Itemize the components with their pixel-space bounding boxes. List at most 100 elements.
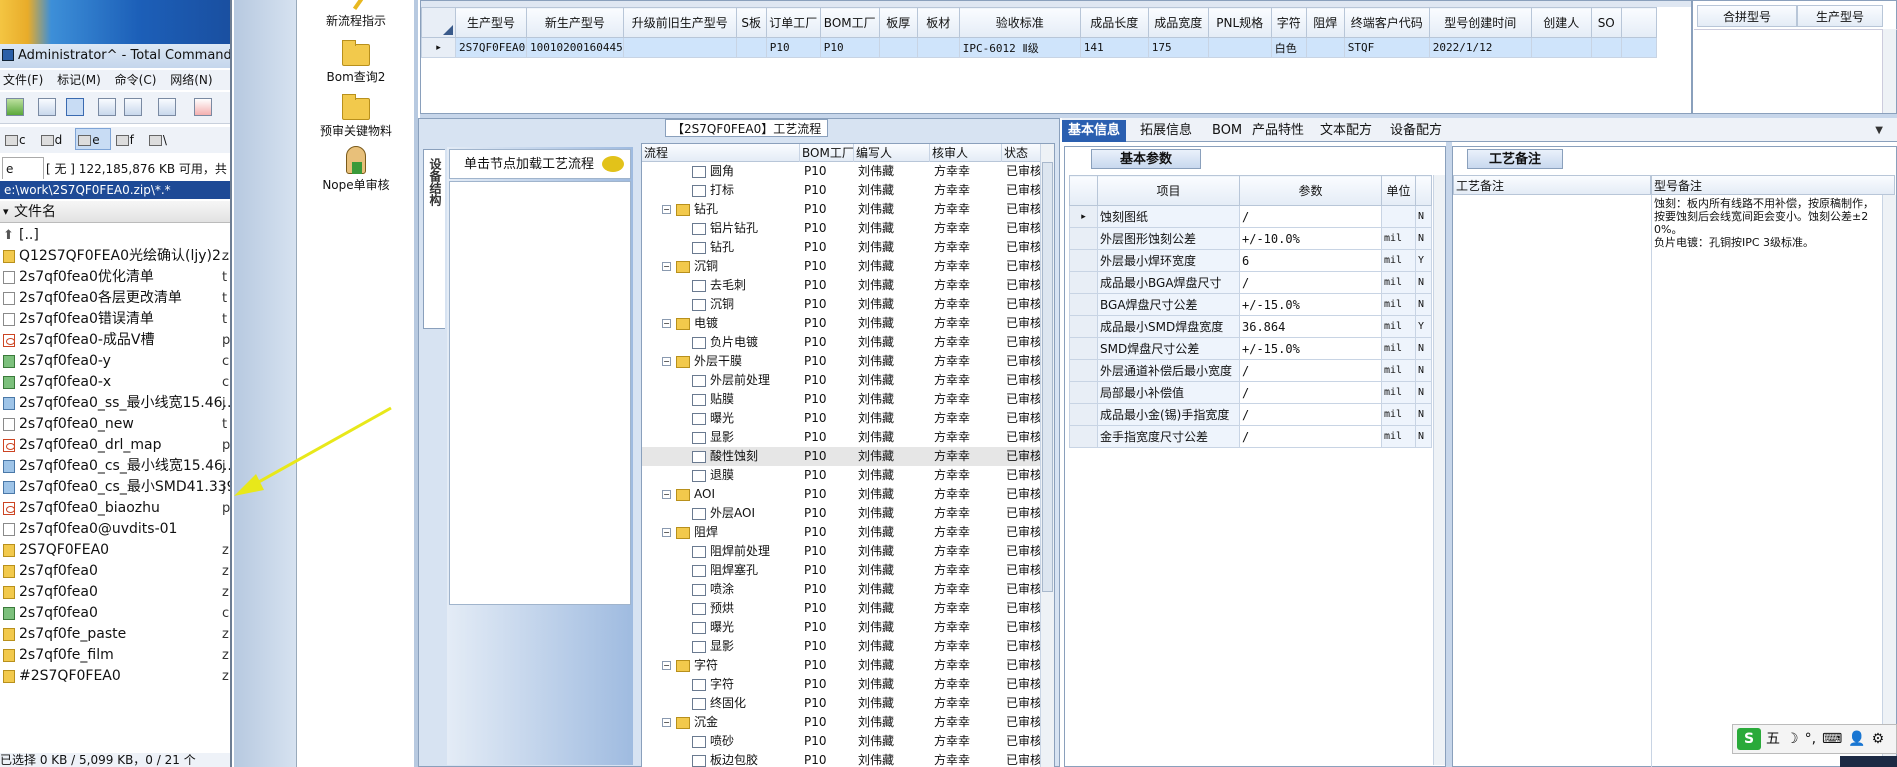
list-item[interactable]: 2s7qf0fea0 c bbox=[0, 603, 230, 624]
table-cell[interactable]: STQF bbox=[1343, 37, 1430, 58]
param-row[interactable]: BGA焊盘尺寸公差 +/-15.0% mil N bbox=[1069, 293, 1432, 316]
tree-row[interactable]: − 字符 P10 刘伟藏 方幸幸 已审核 bbox=[642, 656, 1042, 675]
tab-basic-info[interactable]: 基本信息 bbox=[1062, 120, 1127, 142]
tree-row[interactable]: − AOI P10 刘伟藏 方幸幸 已审核 bbox=[642, 485, 1042, 504]
column-header-name[interactable]: 文件名 bbox=[0, 201, 230, 223]
nav-nope-review[interactable]: Nope单审核 bbox=[297, 146, 415, 193]
col-header[interactable]: 创建人 bbox=[1530, 7, 1592, 38]
window-title-bar[interactable]: Administrator^ - Total Commander ( bbox=[0, 44, 230, 68]
tree-row[interactable]: 显影 P10 刘伟藏 方幸幸 已审核 bbox=[642, 428, 1042, 447]
col-header[interactable]: PNL规格 bbox=[1207, 7, 1272, 38]
col-header[interactable]: 成品宽度 bbox=[1147, 7, 1209, 38]
scroll-thumb[interactable] bbox=[1042, 162, 1053, 592]
list-item[interactable]: 2s7qf0fe_film z bbox=[0, 645, 230, 666]
ime-mode[interactable]: 五 bbox=[1766, 731, 1780, 747]
col-param[interactable]: 参数 bbox=[1239, 175, 1382, 206]
tab-product-features[interactable]: 产品特性 bbox=[1246, 120, 1310, 142]
tree-row[interactable]: 曝光 P10 刘伟藏 方幸幸 已审核 bbox=[642, 618, 1042, 637]
table-cell[interactable]: 175 bbox=[1147, 37, 1209, 58]
merge-col-model[interactable]: 合拼型号 bbox=[1697, 5, 1797, 27]
tree-row[interactable]: 钻孔 P10 刘伟藏 方幸幸 已审核 bbox=[642, 238, 1042, 257]
col-header[interactable]: 升级前旧生产型号 bbox=[622, 7, 737, 38]
expand-toggle-icon[interactable]: − bbox=[662, 661, 671, 670]
tree-row[interactable]: 负片电镀 P10 刘伟藏 方幸幸 已审核 bbox=[642, 333, 1042, 352]
tree-row[interactable]: 圆角 P10 刘伟藏 方幸幸 已审核 bbox=[642, 162, 1042, 181]
list-item[interactable]: 2s7qf0fea0 z bbox=[0, 561, 230, 582]
list-item[interactable]: Q12S7QF0FEA0光绘确认(ljy)2.. z bbox=[0, 246, 230, 267]
punct-icon[interactable]: °, bbox=[1805, 731, 1816, 747]
person-icon[interactable]: 👤 bbox=[1848, 731, 1865, 747]
note-scrollbar[interactable] bbox=[1882, 195, 1896, 767]
param-value[interactable]: / bbox=[1239, 359, 1382, 382]
col-header[interactable]: 成品长度 bbox=[1079, 7, 1149, 38]
list-item[interactable]: 2s7qf0fea0各层更改清单 t bbox=[0, 288, 230, 309]
param-row[interactable]: 局部最小补偿值 / mil N bbox=[1069, 381, 1432, 404]
params-scrollbar[interactable] bbox=[1433, 175, 1445, 765]
merge-scrollbar[interactable] bbox=[1882, 29, 1896, 113]
list-item[interactable]: 2s7qf0fea0-y c bbox=[0, 351, 230, 372]
merge-col-production-model[interactable]: 生产型号 bbox=[1797, 5, 1883, 27]
settings-icon[interactable]: ⚙ bbox=[1872, 731, 1885, 747]
tree-row[interactable]: − 电镀 P10 刘伟藏 方幸幸 已审核 bbox=[642, 314, 1042, 333]
param-value[interactable]: / bbox=[1239, 271, 1382, 294]
drive-d[interactable]: d bbox=[39, 129, 73, 151]
expand-toggle-icon[interactable]: − bbox=[662, 490, 671, 499]
menu-file[interactable]: 文件(F) bbox=[3, 73, 43, 87]
col-bom-factory[interactable]: BOM工厂 bbox=[800, 144, 854, 162]
tree-scrollbar[interactable] bbox=[1040, 144, 1054, 767]
col-item[interactable]: 项目 bbox=[1097, 175, 1240, 206]
tree-row[interactable]: 阻焊前处理 P10 刘伟藏 方幸幸 已审核 bbox=[642, 542, 1042, 561]
params-corner[interactable] bbox=[1069, 175, 1098, 206]
tree-row[interactable]: 喷砂 P10 刘伟藏 方幸幸 已审核 bbox=[642, 732, 1042, 751]
table-cell[interactable]: P10 bbox=[765, 37, 821, 58]
sogou-logo-icon[interactable]: S bbox=[1737, 728, 1761, 750]
list-item[interactable]: 2s7qf0fea0错误清单 t bbox=[0, 309, 230, 330]
flow-canvas[interactable] bbox=[449, 181, 631, 605]
col-writer[interactable]: 编写人 bbox=[854, 144, 930, 162]
param-row[interactable]: 成品最小金(锡)手指宽度 / mil N bbox=[1069, 403, 1432, 426]
table-row[interactable]: ▸ 2S7QF0FEA0 10010200160445 P10 P10 IPC-6012 … bbox=[421, 37, 1657, 58]
list-item[interactable]: 2s7qf0fea0_ss_最小线宽15.46.. j bbox=[0, 393, 230, 414]
param-value[interactable]: / bbox=[1239, 425, 1382, 448]
table-cell[interactable] bbox=[916, 37, 960, 58]
col-process[interactable]: 流程 bbox=[642, 144, 800, 162]
drive-root[interactable]: \ bbox=[147, 129, 177, 151]
tree-row[interactable]: − 阻焊 P10 刘伟藏 方幸幸 已审核 bbox=[642, 523, 1042, 542]
table-cell[interactable] bbox=[735, 37, 767, 58]
tree-row[interactable]: 去毛刺 P10 刘伟藏 方幸幸 已审核 bbox=[642, 276, 1042, 295]
expand-toggle-icon[interactable]: − bbox=[662, 357, 671, 366]
table-cell[interactable]: P10 bbox=[819, 37, 880, 58]
tab-text-recipe[interactable]: 文本配方 bbox=[1314, 120, 1378, 142]
param-row[interactable]: 成品最小SMD焊盘宽度 36.864 mil Y bbox=[1069, 315, 1432, 338]
col-header[interactable]: 板材 bbox=[916, 7, 960, 38]
tree-row[interactable]: − 外层干膜 P10 刘伟藏 方幸幸 已审核 bbox=[642, 352, 1042, 371]
expand-toggle-icon[interactable]: − bbox=[662, 319, 671, 328]
param-value[interactable]: +/-10.0% bbox=[1239, 227, 1382, 250]
side-tab-structure[interactable]: 设备结构 bbox=[423, 149, 445, 329]
table-cell[interactable] bbox=[878, 37, 918, 58]
tree-row[interactable]: 喷涂 P10 刘伟藏 方幸幸 已审核 bbox=[642, 580, 1042, 599]
list-item[interactable]: 2s7qf0fea0优化清单 t bbox=[0, 267, 230, 288]
col-header[interactable]: 字符 bbox=[1270, 7, 1307, 38]
tree-row[interactable]: 贴膜 P10 刘伟藏 方幸幸 已审核 bbox=[642, 390, 1042, 409]
param-row[interactable]: ▸ 蚀刻图纸 / N bbox=[1069, 205, 1432, 228]
col-model-note[interactable]: 型号备注 bbox=[1651, 175, 1895, 195]
col-header[interactable]: 订单工厂 bbox=[765, 7, 821, 38]
col-header[interactable]: 板厚 bbox=[878, 7, 918, 38]
table-cell[interactable]: IPC-6012 Ⅱ级 bbox=[958, 37, 1081, 58]
list-item[interactable]: 2s7qf0fea0_drl_map p bbox=[0, 435, 230, 456]
col-reviewer[interactable]: 核审人 bbox=[930, 144, 1002, 162]
list-item[interactable]: 2s7qf0fea0-成品V槽 p bbox=[0, 330, 230, 351]
drive-e[interactable]: e bbox=[75, 128, 111, 150]
tree-row[interactable]: 显影 P10 刘伟藏 方幸幸 已审核 bbox=[642, 637, 1042, 656]
expand-toggle-icon[interactable]: − bbox=[662, 528, 671, 537]
refresh-icon[interactable] bbox=[6, 98, 24, 116]
tab-bom[interactable]: BOM bbox=[1206, 120, 1248, 142]
drive-c[interactable]: c bbox=[3, 129, 36, 151]
table-cell[interactable] bbox=[1305, 37, 1345, 58]
list-item[interactable]: 2s7qf0fea0_new t bbox=[0, 414, 230, 435]
param-row[interactable]: 外层图形蚀刻公差 +/-10.0% mil N bbox=[1069, 227, 1432, 250]
sync-icon[interactable] bbox=[158, 98, 176, 116]
tree-row[interactable]: 预烘 P10 刘伟藏 方幸幸 已审核 bbox=[642, 599, 1042, 618]
list-item[interactable]: 2s7qf0fea0 z bbox=[0, 582, 230, 603]
